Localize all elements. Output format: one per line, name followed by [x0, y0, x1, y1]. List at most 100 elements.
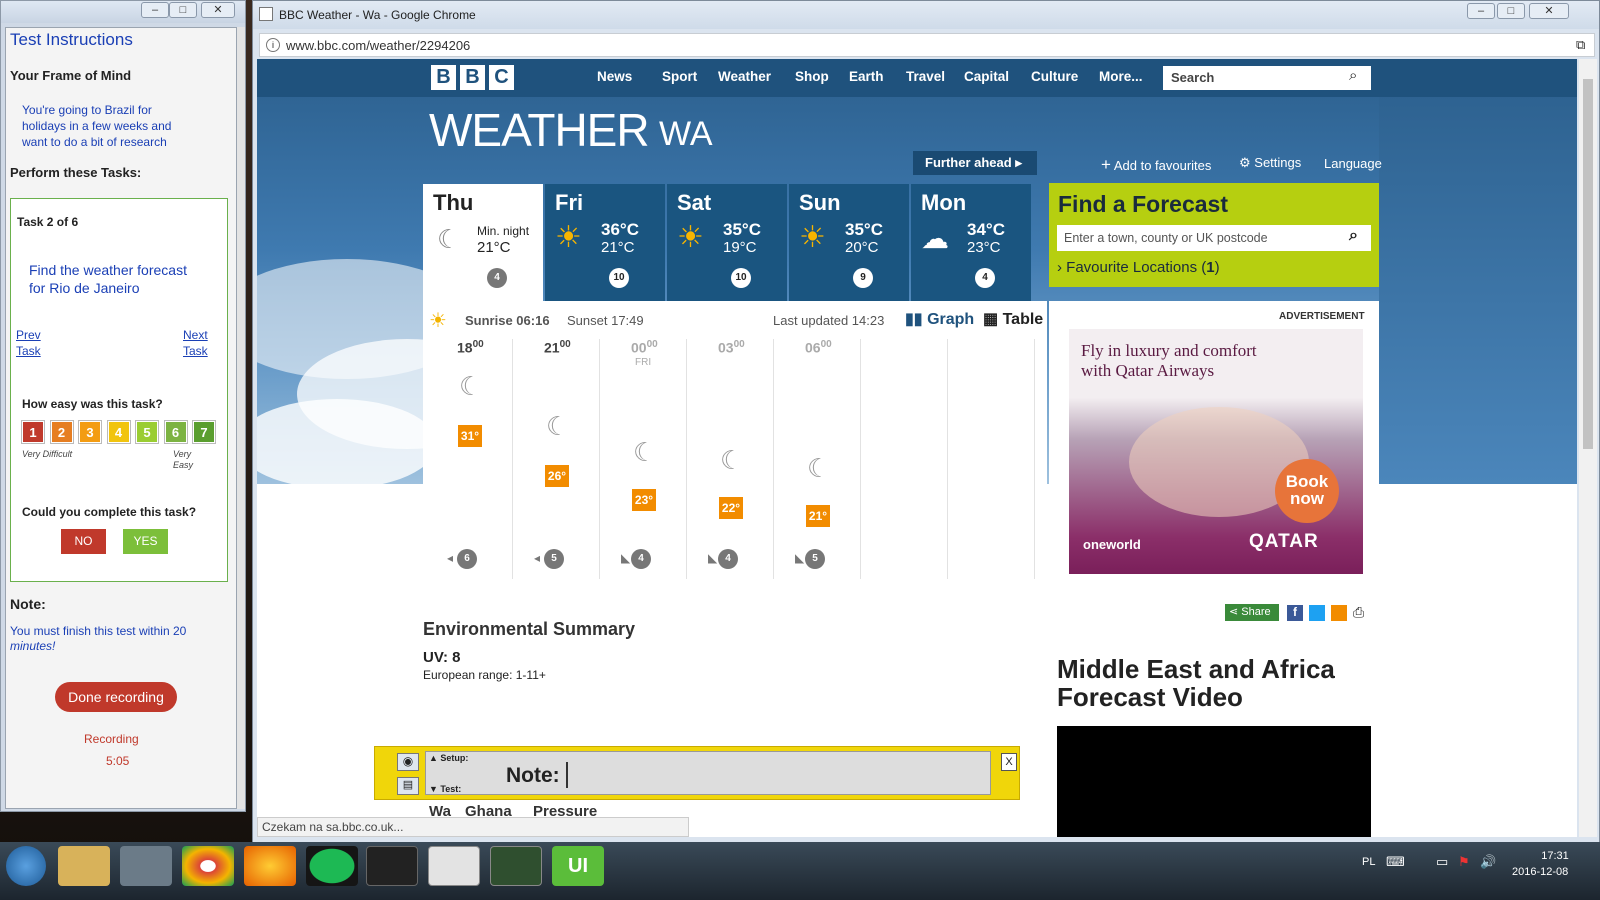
graph-toggle[interactable]: ▮▮ Graph	[905, 309, 974, 329]
network-icon[interactable]: ▭	[1436, 854, 1448, 870]
info-icon[interactable]: i	[266, 38, 280, 52]
nav-link[interactable]: Culture	[1031, 69, 1078, 84]
video-title: Middle East and Africa Forecast Video	[1057, 655, 1335, 711]
test-panel-scrollbar[interactable]	[237, 27, 245, 809]
next-task-link[interactable]: Next Task	[183, 327, 217, 359]
nav-link[interactable]: Sport	[662, 69, 697, 84]
day-name: Sat	[677, 190, 712, 215]
rating-button[interactable]: 6	[163, 420, 188, 444]
favourite-locations-link[interactable]: › Favourite Locations (1)	[1057, 259, 1220, 276]
settings-button[interactable]: ⚙ Settings	[1239, 155, 1301, 171]
max-temp: 35°C	[845, 220, 883, 239]
clock-time[interactable]: 17:31	[1530, 850, 1580, 862]
clipboard-icon[interactable]: ▤	[397, 777, 419, 795]
rating-button[interactable]: 1	[21, 420, 45, 444]
moon-icon: ☾	[437, 224, 461, 254]
wind-speed-badge: 4	[975, 268, 995, 288]
day-tab-sun[interactable]: Sun ☀ 35°C 20°C 9	[789, 184, 909, 301]
address-bar[interactable]: i www.bbc.com/weather/2294206 ⧉	[259, 33, 1595, 57]
firefox-icon[interactable]	[244, 846, 296, 886]
maximize-button[interactable]: □	[169, 2, 197, 18]
wind-speed-badge: 10	[609, 268, 629, 288]
note-close-button[interactable]: X	[1001, 753, 1017, 771]
volume-icon[interactable]: 🔊	[1480, 854, 1496, 870]
monitor-app-icon[interactable]	[490, 846, 542, 886]
weather-title: WEATHER	[429, 104, 650, 156]
nav-link[interactable]: Weather	[718, 69, 771, 84]
bbc-logo[interactable]: B B C	[431, 65, 521, 91]
start-button[interactable]	[6, 846, 46, 886]
chrome-maximize-button[interactable]: □	[1497, 3, 1525, 19]
search-icon[interactable]: ⌕	[1349, 67, 1357, 84]
nav-link[interactable]: More...	[1099, 69, 1143, 84]
nav-link[interactable]: Capital	[964, 69, 1009, 84]
day-tab-fri[interactable]: Fri ☀ 36°C 21°C 10	[545, 184, 665, 301]
table-label: Table	[1002, 311, 1044, 328]
add-favourites-button[interactable]: + Add to favourites	[1101, 155, 1211, 175]
search-icon[interactable]: ⌕	[1349, 227, 1358, 245]
notepad-icon[interactable]	[428, 846, 480, 886]
chrome-minimize-button[interactable]: –	[1467, 3, 1495, 19]
rating-button[interactable]: 7	[192, 420, 216, 444]
note-label: Note:	[506, 764, 560, 787]
qatar-ad[interactable]: Fly in luxury and comfort with Qatar Air…	[1069, 329, 1363, 574]
keyboard-icon[interactable]: ⌨	[1386, 854, 1405, 870]
nav-link[interactable]: Shop	[795, 69, 829, 84]
grid-icon: ▦	[983, 311, 999, 328]
rss-icon[interactable]	[1331, 605, 1347, 621]
rating-button[interactable]: 3	[78, 420, 102, 444]
bbc-logo-letter: B	[431, 65, 456, 90]
no-button[interactable]: NO	[61, 529, 106, 554]
table-toggle[interactable]: ▦ Table	[983, 309, 1043, 329]
bbc-search-input[interactable]: Search ⌕	[1163, 66, 1371, 90]
cloud-icon: ☁	[921, 223, 949, 254]
tasks-heading: Perform these Tasks:	[10, 165, 142, 180]
rating-button[interactable]: 5	[135, 420, 159, 444]
temperature-badge: 23°	[632, 489, 656, 511]
twitter-icon[interactable]	[1309, 605, 1325, 621]
url-text[interactable]: www.bbc.com/weather/2294206	[286, 38, 470, 53]
hour-value: 06	[805, 339, 821, 356]
clock-date[interactable]: 2016-12-08	[1512, 866, 1568, 878]
find-forecast-input[interactable]: Enter a town, county or UK postcode ⌕	[1057, 225, 1371, 251]
language-link[interactable]: Language	[1324, 156, 1382, 171]
translate-icon[interactable]: ⧉	[1576, 37, 1585, 53]
close-button[interactable]: ✕	[201, 2, 235, 18]
day-marker: FRI	[635, 357, 652, 368]
nav-link[interactable]: Travel	[906, 69, 945, 84]
print-icon[interactable]: ⎙	[1353, 604, 1364, 621]
day-tab-sat[interactable]: Sat ☀ 35°C 19°C 10	[667, 184, 787, 301]
further-ahead-button[interactable]: Further ahead ▸	[913, 151, 1037, 175]
language-indicator[interactable]: PL	[1362, 856, 1375, 868]
chrome-taskbar-icon[interactable]	[182, 846, 234, 886]
chrome-close-button[interactable]: ✕	[1529, 3, 1569, 19]
share-label: Share	[1241, 606, 1271, 618]
note-input[interactable]: ▲ Setup: Note: ▼ Test:	[425, 751, 991, 795]
prev-task-link[interactable]: Prev Task	[16, 327, 50, 359]
scrollbar-thumb[interactable]	[1583, 79, 1593, 449]
facebook-icon[interactable]: f	[1287, 605, 1303, 621]
video-player[interactable]	[1057, 726, 1371, 837]
minimize-button[interactable]: –	[141, 2, 169, 18]
nav-link[interactable]: News	[597, 69, 632, 84]
day-tab-thu[interactable]: Thu ☾ Min. night 21°C 4	[423, 184, 543, 301]
rating-button[interactable]: 4	[106, 420, 131, 444]
rating-button[interactable]: 2	[49, 420, 74, 444]
share-button[interactable]: ⋖ Share	[1225, 604, 1279, 621]
nav-link[interactable]: Earth	[849, 69, 884, 84]
spotify-icon[interactable]	[306, 846, 358, 886]
explorer-icon[interactable]	[58, 846, 110, 886]
yes-button[interactable]: YES	[123, 529, 168, 554]
day-tab-mon[interactable]: Mon ☁ 34°C 23°C 4	[911, 184, 1031, 301]
camera-icon[interactable]: ◉	[397, 753, 419, 771]
environmental-summary-title: Environmental Summary	[423, 619, 636, 639]
ui-app-icon[interactable]: UI	[552, 846, 604, 886]
chrome-window: BBC Weather - Wa - Google Chrome – □ ✕ i…	[252, 0, 1600, 858]
note-heading: Note:	[10, 596, 46, 612]
page-scrollbar[interactable]	[1579, 59, 1597, 837]
terminal-icon[interactable]	[366, 846, 418, 886]
done-recording-button[interactable]: Done recording	[55, 682, 177, 712]
flag-icon[interactable]: ⚑	[1458, 854, 1470, 870]
video-title-line-1: Middle East and Africa	[1057, 654, 1335, 684]
media-player-icon[interactable]	[120, 846, 172, 886]
